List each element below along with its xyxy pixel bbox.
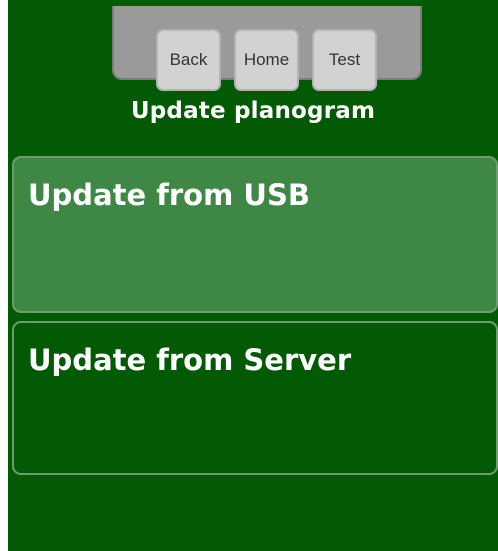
back-button[interactable]: Back <box>156 29 221 91</box>
update-from-usb-button[interactable]: Update from USB <box>12 156 498 313</box>
update-from-server-label: Update from Server <box>28 343 352 377</box>
home-button[interactable]: Home <box>234 29 299 91</box>
app-screen: Back Home Test Update planogram Update f… <box>8 0 498 551</box>
page-title: Update planogram <box>130 98 376 124</box>
test-button[interactable]: Test <box>312 29 377 91</box>
update-from-usb-label: Update from USB <box>28 178 310 212</box>
update-from-server-button[interactable]: Update from Server <box>12 321 498 475</box>
